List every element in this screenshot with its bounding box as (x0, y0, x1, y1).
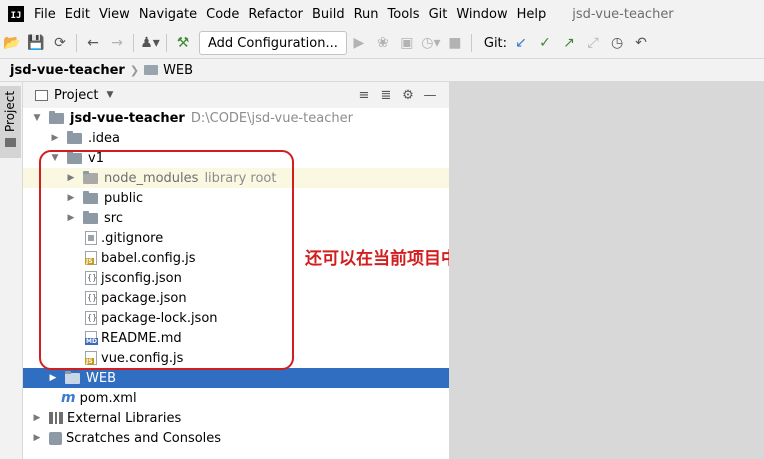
tree-label: External Libraries (67, 410, 182, 426)
main-toolbar: 📂 💾 ⟳ ← → ♟▾ ⚒ Add Configuration... ▶ ❀ … (0, 28, 764, 59)
scratches-icon (49, 431, 62, 445)
menu-navigate[interactable]: Navigate (139, 7, 197, 22)
intellij-logo-icon: IJ (8, 6, 24, 22)
tree-row-idea[interactable]: ▶ .idea (23, 128, 449, 148)
collapse-all-icon[interactable]: ≣ (375, 88, 397, 103)
chevron-right-icon: ❯ (129, 63, 140, 77)
save-all-icon[interactable]: 💾 (24, 31, 48, 55)
git-merge-icon[interactable]: ⤢ (581, 31, 605, 55)
window-title: jsd-vue-teacher (572, 6, 674, 22)
sync-icon[interactable]: ⟳ (48, 31, 72, 55)
library-icon (49, 412, 63, 424)
caret-down-icon[interactable]: ▼ (106, 90, 113, 100)
menu-code[interactable]: Code (206, 7, 239, 22)
project-folder-icon (5, 138, 16, 147)
git-label: Git: (483, 35, 508, 51)
project-tool-tab-label: Project (3, 90, 17, 132)
debug-icon[interactable]: ❀ (371, 31, 395, 55)
expand-all-icon[interactable]: ≡ (353, 88, 375, 103)
toolbar-separator (470, 34, 472, 52)
coverage-icon[interactable]: ▣ (395, 31, 419, 55)
menu-run[interactable]: Run (354, 7, 379, 22)
menu-file[interactable]: File (34, 7, 56, 22)
run-icon[interactable]: ▶ (347, 31, 371, 55)
breadcrumb-root[interactable]: jsd-vue-teacher (10, 63, 125, 78)
menu-view[interactable]: View (99, 7, 130, 22)
user-dropdown-icon[interactable]: ♟▾ (138, 31, 162, 55)
module-folder-icon (49, 110, 64, 124)
menu-help[interactable]: Help (517, 7, 547, 22)
folder-icon (65, 370, 80, 384)
chevron-right-icon[interactable]: ▶ (49, 133, 61, 143)
toolbar-separator (133, 34, 134, 52)
menu-build[interactable]: Build (312, 7, 345, 22)
menu-refactor[interactable]: Refactor (248, 7, 303, 22)
project-panel-title[interactable]: Project (54, 88, 98, 103)
tree-path-hint: D:\CODE\jsd-vue-teacher (190, 110, 353, 126)
chevron-right-icon[interactable]: ▶ (47, 373, 59, 383)
toolbar-separator (76, 34, 77, 52)
tree-row-external-libraries[interactable]: ▶ External Libraries (23, 408, 449, 428)
breadcrumb: jsd-vue-teacher ❯ WEB (0, 59, 764, 82)
add-configuration-button[interactable]: Add Configuration... (199, 31, 347, 55)
editor-area (449, 82, 764, 459)
tree-label: pom.xml (79, 390, 137, 406)
project-view-icon (35, 89, 48, 101)
tree-row-web[interactable]: ▶ WEB (23, 368, 449, 388)
tree-row-root[interactable]: ▼ jsd-vue-teacher D:\CODE\jsd-vue-teache… (23, 108, 449, 128)
open-folder-icon[interactable]: 📂 (0, 31, 24, 55)
git-rollback-icon[interactable]: ↶ (629, 31, 653, 55)
profile-icon[interactable]: ◷▾ (419, 31, 443, 55)
tree-row-scratches[interactable]: ▶ Scratches and Consoles (23, 428, 449, 448)
folder-icon (67, 130, 82, 144)
maven-file-icon: m (61, 390, 76, 406)
tree-label: WEB (86, 370, 116, 386)
minimize-icon[interactable]: — (419, 88, 441, 103)
stop-icon[interactable]: ■ (443, 31, 467, 55)
menu-git[interactable]: Git (429, 7, 448, 22)
highlight-box (39, 150, 294, 370)
menu-tools[interactable]: Tools (388, 7, 420, 22)
gear-icon[interactable]: ⚙ (397, 88, 419, 103)
chevron-down-icon[interactable]: ▼ (31, 113, 43, 123)
back-arrow-icon[interactable]: ← (81, 31, 105, 55)
git-push-icon[interactable]: ↗ (557, 31, 581, 55)
tree-label: jsd-vue-teacher (70, 110, 185, 126)
menu-window[interactable]: Window (456, 7, 507, 22)
chevron-right-icon[interactable]: ▶ (31, 413, 43, 423)
git-update-icon[interactable]: ↙ (509, 31, 533, 55)
tree-label: .idea (88, 130, 120, 146)
toolbar-separator (166, 34, 167, 52)
tree-row-pom[interactable]: m pom.xml (23, 388, 449, 408)
build-hammer-icon[interactable]: ⚒ (171, 31, 195, 55)
breadcrumb-child[interactable]: WEB (163, 63, 193, 78)
chevron-right-icon[interactable]: ▶ (31, 433, 43, 443)
project-panel-header: Project ▼ ≡ ≣ ⚙ — (23, 82, 449, 109)
panel-tools: ≡ ≣ ⚙ — (353, 82, 441, 108)
git-commit-icon[interactable]: ✓ (533, 31, 557, 55)
menu-bar: IJ File Edit View Navigate Code Refactor… (0, 0, 764, 28)
project-tool-tab[interactable]: Project (0, 86, 21, 158)
left-tool-strip: Project (0, 82, 23, 459)
git-history-icon[interactable]: ◷ (605, 31, 629, 55)
menu-edit[interactable]: Edit (65, 7, 90, 22)
forward-arrow-icon[interactable]: → (105, 31, 129, 55)
folder-icon (144, 65, 159, 75)
tree-label: Scratches and Consoles (66, 430, 222, 446)
